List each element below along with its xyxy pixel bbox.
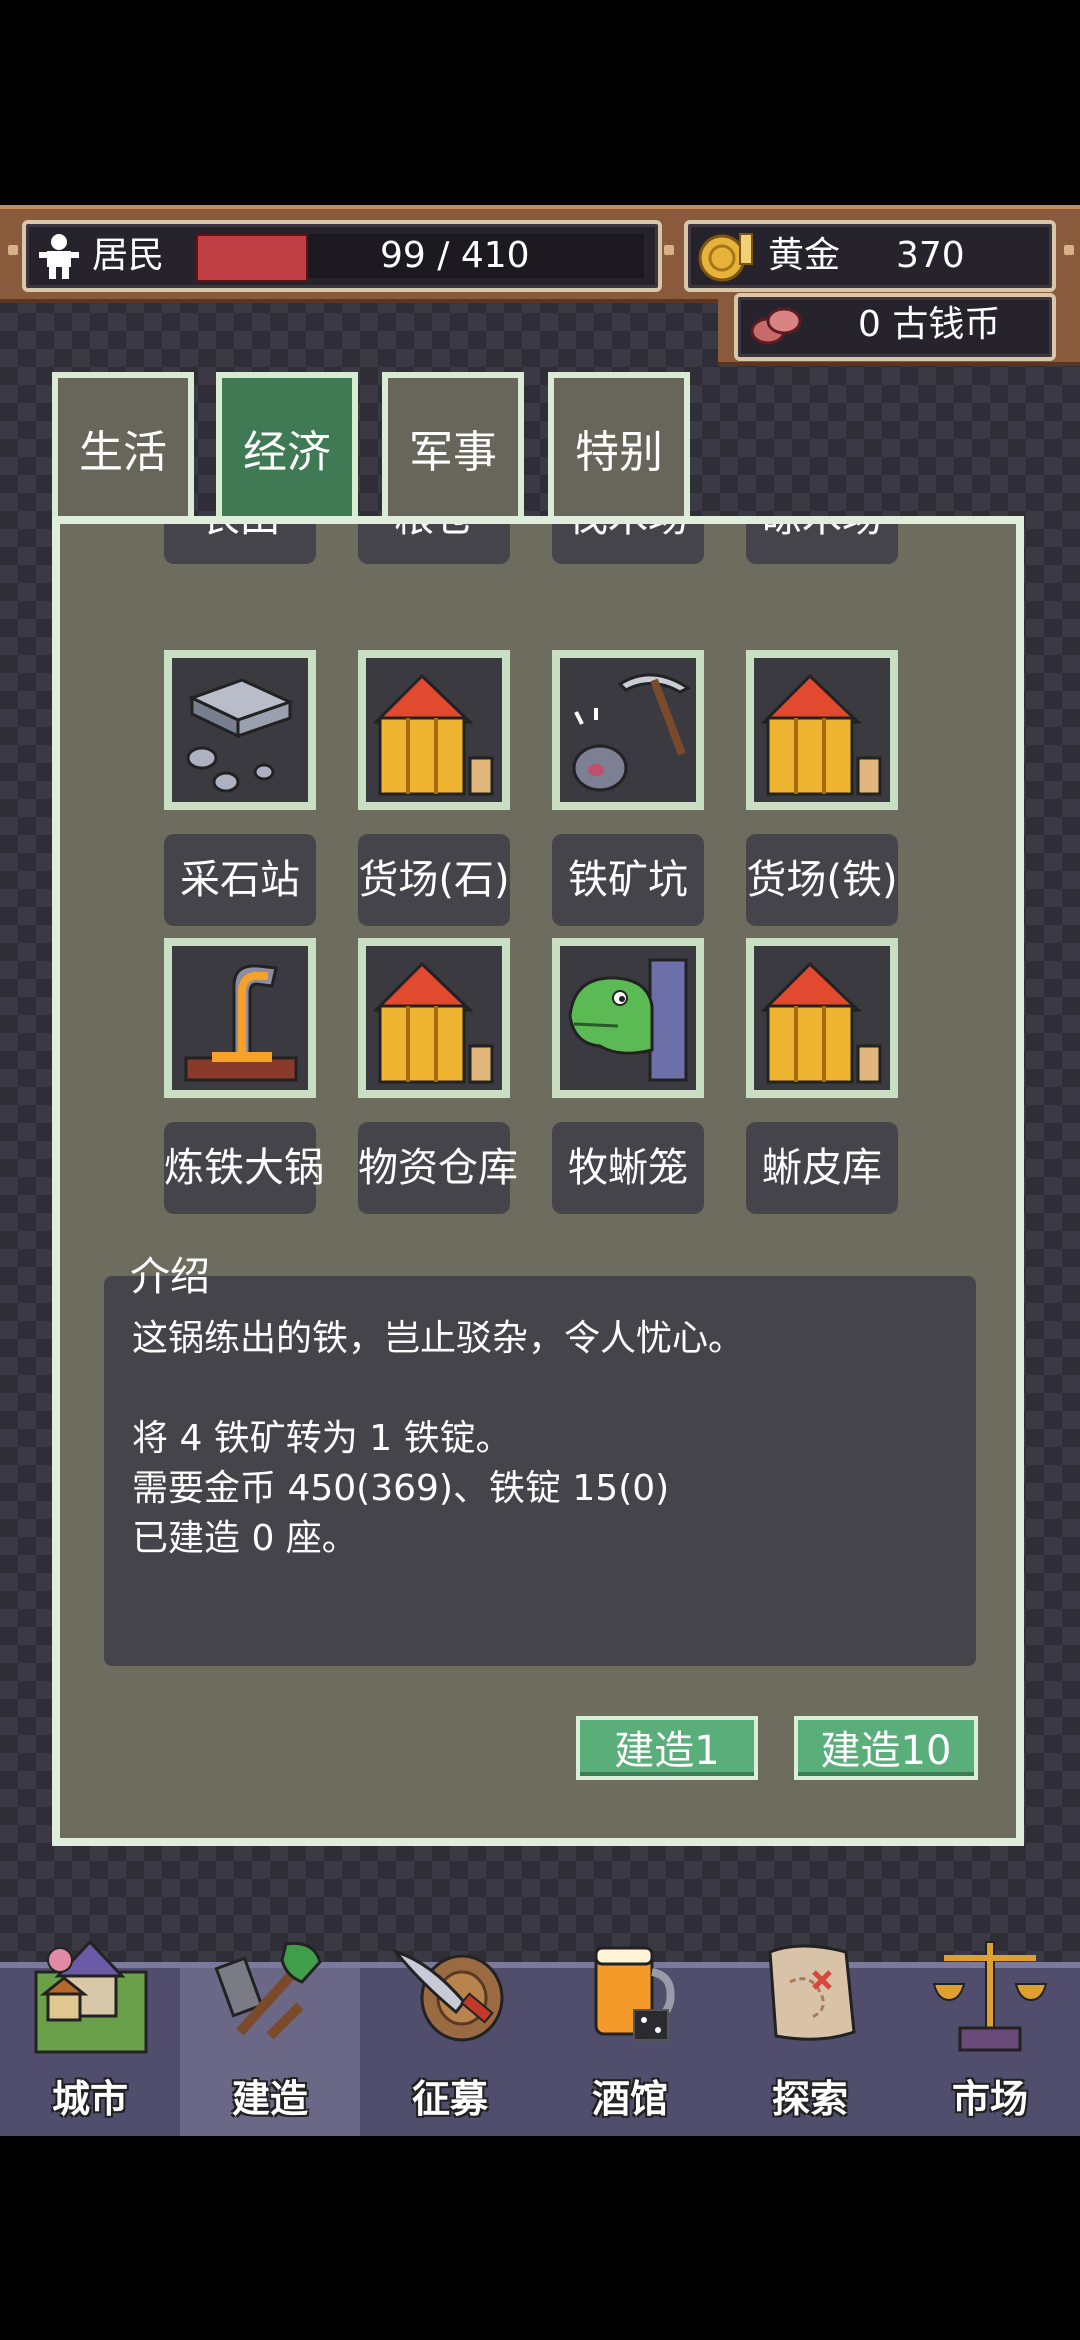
tab-special[interactable]: 特别: [548, 372, 690, 518]
description-cost: 需要金币 450(369)、铁锭 15(0): [132, 1468, 670, 1509]
city-icon: [34, 1939, 148, 2054]
description-line: 这锅练出的铁，岂止驳杂，令人忧心。: [132, 1318, 745, 1359]
building-label[interactable]: 农田: [164, 524, 316, 564]
nav-explore[interactable]: 探索: [720, 1944, 900, 2136]
building-label[interactable]: 采石站: [164, 834, 316, 926]
description-line: 将 4 铁矿转为 1 铁锭。: [132, 1418, 512, 1459]
building-label[interactable]: 牧蜥笼: [552, 1122, 704, 1214]
coin-value: 0 古钱币: [858, 304, 1001, 345]
building-label[interactable]: 粮仓: [358, 524, 510, 564]
gold-label: 黄金: [768, 235, 841, 276]
gold-coin-icon: [698, 233, 753, 282]
rivet: [1064, 245, 1074, 255]
nav-label: 探索: [771, 2077, 848, 2121]
nav-label: 酒馆: [591, 2077, 668, 2121]
building-tile-supply-depot[interactable]: [358, 938, 510, 1098]
building-tile-iron-yard[interactable]: [746, 650, 898, 810]
building-label[interactable]: 物资仓库: [358, 1122, 518, 1214]
building-tile-stone[interactable]: [164, 650, 316, 810]
scale-icon: [932, 1941, 1048, 2052]
warehouse-icon: [372, 673, 494, 796]
building-label[interactable]: 炼铁大锅: [164, 1122, 324, 1214]
nav-tavern[interactable]: 酒馆: [540, 1946, 720, 2136]
recruit-icon: [391, 1949, 504, 2042]
gold-value: 370: [896, 235, 965, 276]
map-icon: [768, 1944, 856, 2041]
warehouse-icon: [760, 961, 882, 1084]
building-grid[interactable]: 农田 粮仓 伐木场 晾木场: [60, 524, 1016, 1214]
ancient-coin-icon: [750, 307, 802, 345]
build-icon: [214, 1941, 322, 2040]
building-tile-furnace[interactable]: [164, 938, 316, 1098]
building-label[interactable]: 伐木场: [552, 524, 704, 564]
lizard-icon: [568, 958, 688, 1082]
building-label[interactable]: 货场(铁): [746, 834, 898, 926]
building-tile-lizard-hide-store[interactable]: [746, 938, 898, 1098]
bottom-nav: 城市 建造 征募 酒馆 探索 市场: [0, 1939, 1080, 2136]
building-label[interactable]: 铁矿坑: [552, 834, 704, 926]
pickaxe-ore-icon: [572, 673, 691, 792]
nav-city[interactable]: 城市: [0, 1939, 180, 2136]
warehouse-icon: [372, 961, 494, 1084]
tab-economy[interactable]: 经济: [216, 372, 358, 532]
warehouse-icon: [760, 673, 882, 796]
ancient-coin-panel: 0 古钱币: [734, 293, 1056, 361]
description-box: 这锅练出的铁，岂止驳杂，令人忧心。 将 4 铁矿转为 1 铁锭。 需要金币 45…: [104, 1276, 976, 1666]
nav-market[interactable]: 市场: [900, 1941, 1080, 2136]
nav-label: 建造: [231, 2077, 308, 2121]
nav-label: 征募: [411, 2077, 488, 2121]
building-tile-iron-mine[interactable]: [552, 650, 704, 810]
building-tile-lizard-pen[interactable]: [552, 938, 704, 1098]
population-bar-fill: [196, 234, 308, 282]
tavern-icon: [594, 1946, 675, 2041]
gold-panel: 黄金 370: [684, 220, 1056, 292]
nav-label: 市场: [951, 2077, 1028, 2121]
rivet: [664, 245, 674, 255]
population-label: 居民: [92, 235, 165, 276]
furnace-icon: [184, 964, 298, 1082]
building-label[interactable]: 货场(石): [358, 834, 510, 926]
building-label[interactable]: 晾木场: [746, 524, 898, 564]
build-1-button[interactable]: 建造1: [576, 1716, 758, 1780]
nav-label: 城市: [51, 2077, 128, 2121]
description-built-count: 已建造 0 座。: [132, 1518, 358, 1559]
nav-build[interactable]: 建造: [180, 1941, 360, 2136]
stone-icon: [186, 678, 295, 793]
build-10-button[interactable]: 建造10: [794, 1716, 978, 1780]
population-panel: 居民 99 / 410: [22, 220, 662, 292]
tab-military[interactable]: 军事: [382, 372, 524, 518]
resident-icon: [39, 234, 79, 279]
tab-life[interactable]: 生活: [52, 372, 194, 518]
building-tile-stone-yard[interactable]: [358, 650, 510, 810]
rivet: [8, 245, 18, 255]
nav-recruit[interactable]: 征募: [360, 1949, 540, 2136]
population-value: 99 / 410: [380, 235, 530, 276]
building-label[interactable]: 蜥皮库: [746, 1122, 898, 1214]
description-title: 介绍: [130, 1254, 210, 1300]
